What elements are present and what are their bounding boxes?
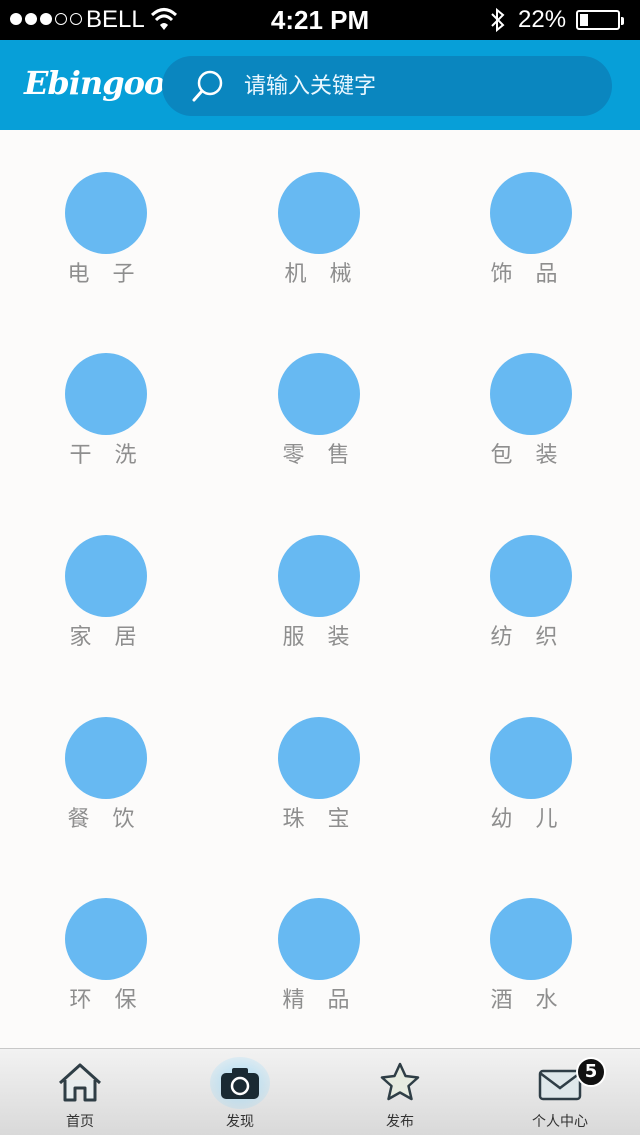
category-item[interactable]: 饰 品 (452, 172, 612, 312)
category-icon[interactable] (278, 535, 360, 617)
category-icon[interactable] (278, 717, 360, 799)
category-label: 环 保 (69, 988, 145, 1013)
category-icon[interactable] (65, 717, 147, 799)
category-item[interactable]: 精 品 (240, 898, 400, 1038)
category-item[interactable]: 服 装 (240, 535, 400, 675)
category-label: 家 居 (69, 625, 145, 650)
category-item[interactable]: 干 洗 (27, 353, 187, 493)
search-icon[interactable] (188, 66, 228, 106)
category-item[interactable]: 珠 宝 (240, 717, 400, 857)
category-item[interactable]: 环 保 (27, 898, 187, 1038)
category-icon[interactable] (65, 535, 147, 617)
search-bar[interactable] (162, 56, 612, 116)
category-label: 酒 水 (490, 988, 566, 1013)
notification-badge: 5 (576, 1057, 606, 1087)
tab-profile[interactable]: 5 个人中心 (480, 1049, 640, 1135)
star-icon (380, 1062, 420, 1101)
category-icon[interactable] (490, 535, 572, 617)
category-item[interactable]: 纺 织 (452, 535, 612, 675)
category-icon[interactable] (278, 172, 360, 254)
category-item[interactable]: 餐 饮 (27, 717, 187, 857)
category-label: 包 装 (490, 443, 566, 468)
bottom-tab-bar: 首页 发现 发布 5 个人中心 (0, 1048, 640, 1135)
category-item[interactable]: 家 居 (27, 535, 187, 675)
category-item[interactable]: 幼 儿 (452, 717, 612, 857)
category-item[interactable]: 零 售 (240, 353, 400, 493)
category-label: 电 子 (67, 262, 143, 287)
category-label: 精 品 (282, 988, 358, 1013)
app-logo: Ebingoo (24, 64, 165, 102)
category-icon[interactable] (278, 353, 360, 435)
category-icon[interactable] (490, 898, 572, 980)
category-icon[interactable] (490, 172, 572, 254)
category-label: 幼 儿 (490, 807, 566, 832)
category-label: 餐 饮 (67, 807, 143, 832)
category-icon[interactable] (65, 898, 147, 980)
category-label: 珠 宝 (282, 807, 358, 832)
tab-publish[interactable]: 发布 (320, 1049, 480, 1135)
category-icon[interactable] (490, 353, 572, 435)
category-item[interactable]: 机 械 (240, 172, 400, 312)
category-icon[interactable] (65, 353, 147, 435)
category-item[interactable]: 酒 水 (452, 898, 612, 1038)
status-bar: BELL 4:21 PM 22% (0, 0, 640, 40)
category-icon[interactable] (65, 172, 147, 254)
category-label: 纺 织 (490, 625, 566, 650)
tab-home[interactable]: 首页 (0, 1049, 160, 1135)
category-icon[interactable] (490, 717, 572, 799)
home-icon (58, 1063, 102, 1102)
tab-publish-label: 发布 (386, 1114, 414, 1130)
camera-icon (221, 1068, 259, 1099)
battery-percentage: 22% (518, 6, 567, 33)
tab-profile-label: 个人中心 (532, 1114, 588, 1130)
category-icon[interactable] (278, 898, 360, 980)
tab-discover[interactable]: 发现 (160, 1049, 320, 1135)
category-label: 机 械 (284, 262, 360, 287)
category-grid: 电 子 机 械 饰 品干 洗 零 售 包 装家 居 服 装 纺 织餐 饮 珠 宝 幼 儿环 保 精… (0, 130, 640, 1048)
tab-discover-label: 发现 (226, 1114, 254, 1130)
category-label: 服 装 (282, 625, 358, 650)
category-label: 干 洗 (69, 443, 145, 468)
search-input[interactable] (244, 73, 574, 99)
bluetooth-icon (491, 7, 505, 33)
category-label: 零 售 (282, 443, 358, 468)
tab-home-label: 首页 (66, 1114, 94, 1130)
category-label: 饰 品 (490, 262, 566, 287)
category-item[interactable]: 电 子 (27, 172, 187, 312)
app-header: Ebingoo (0, 40, 640, 130)
category-item[interactable]: 包 装 (452, 353, 612, 493)
battery-icon (576, 10, 624, 30)
